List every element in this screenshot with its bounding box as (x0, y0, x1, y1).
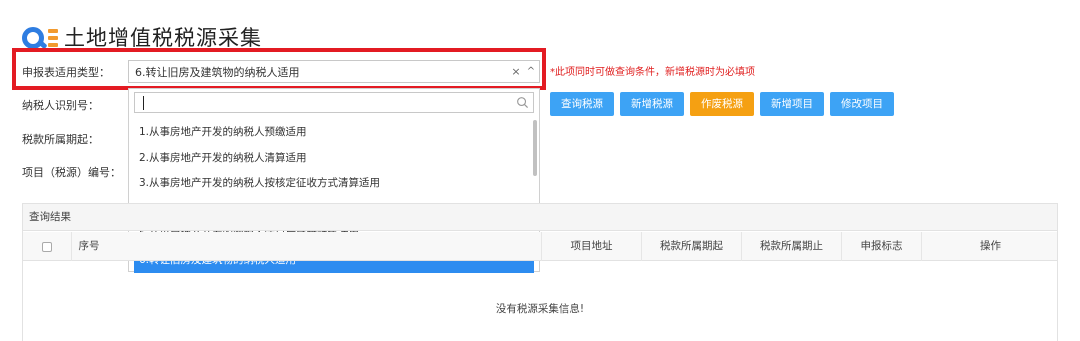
column-status: 申报标志 (841, 232, 921, 261)
dropdown-option[interactable]: 2.从事房地产开发的纳税人清算适用 (134, 146, 534, 172)
column-period-start: 税款所属期起 (641, 232, 741, 261)
tax-period-start-label: 税款所属期起： (22, 133, 99, 146)
app-logo-icon (22, 23, 62, 51)
query-source-button[interactable]: 查询税源 (550, 92, 614, 116)
clear-icon[interactable]: × (509, 65, 523, 78)
select-all-column (23, 232, 71, 261)
project-number-label: 项目（税源）编号： (22, 166, 121, 179)
results-panel: 查询结果 序号 项目地址 税款所属期起 税款所属期止 申报标志 操作 没有税源采… (22, 203, 1058, 341)
declaration-type-label: 申报表适用类型： (22, 66, 110, 79)
column-action: 操作 (921, 232, 1059, 261)
search-icon (517, 97, 529, 109)
chevron-up-icon[interactable]: ^ (523, 66, 539, 77)
toolbar: 查询税源 新增税源 作废税源 新增项目 修改项目 (550, 92, 894, 116)
void-source-button[interactable]: 作废税源 (690, 92, 754, 116)
taxpayer-id-label: 纳税人识别号： (22, 99, 99, 112)
column-project-address: 项目地址 (541, 232, 641, 261)
declaration-type-select[interactable]: 6.转让旧房及建筑物的纳税人适用 × ^ (128, 60, 540, 83)
empty-results-message: 没有税源采集信息! (495, 303, 585, 315)
results-table-header: 序号 项目地址 税款所属期起 税款所属期止 申报标志 操作 (23, 232, 1057, 261)
add-project-button[interactable]: 新增项目 (760, 92, 824, 116)
dropdown-option[interactable]: 3.从事房地产开发的纳税人按核定征收方式清算适用 (134, 171, 534, 197)
select-all-checkbox[interactable] (42, 242, 52, 252)
dropdown-option[interactable]: 1.从事房地产开发的纳税人预缴适用 (134, 120, 534, 146)
declaration-type-selected-value: 6.转让旧房及建筑物的纳税人适用 (135, 65, 300, 79)
edit-project-button[interactable]: 修改项目 (830, 92, 894, 116)
add-source-button[interactable]: 新增税源 (620, 92, 684, 116)
declaration-type-hint: *此项同时可做查询条件，新增税源时为必填项 (550, 67, 755, 78)
text-cursor (143, 96, 144, 110)
dropdown-search-input[interactable] (134, 92, 534, 113)
results-title: 查询结果 (23, 204, 1057, 231)
column-seq: 序号 (71, 232, 106, 261)
dropdown-scrollbar[interactable] (533, 120, 537, 176)
column-period-end: 税款所属期止 (741, 232, 841, 261)
